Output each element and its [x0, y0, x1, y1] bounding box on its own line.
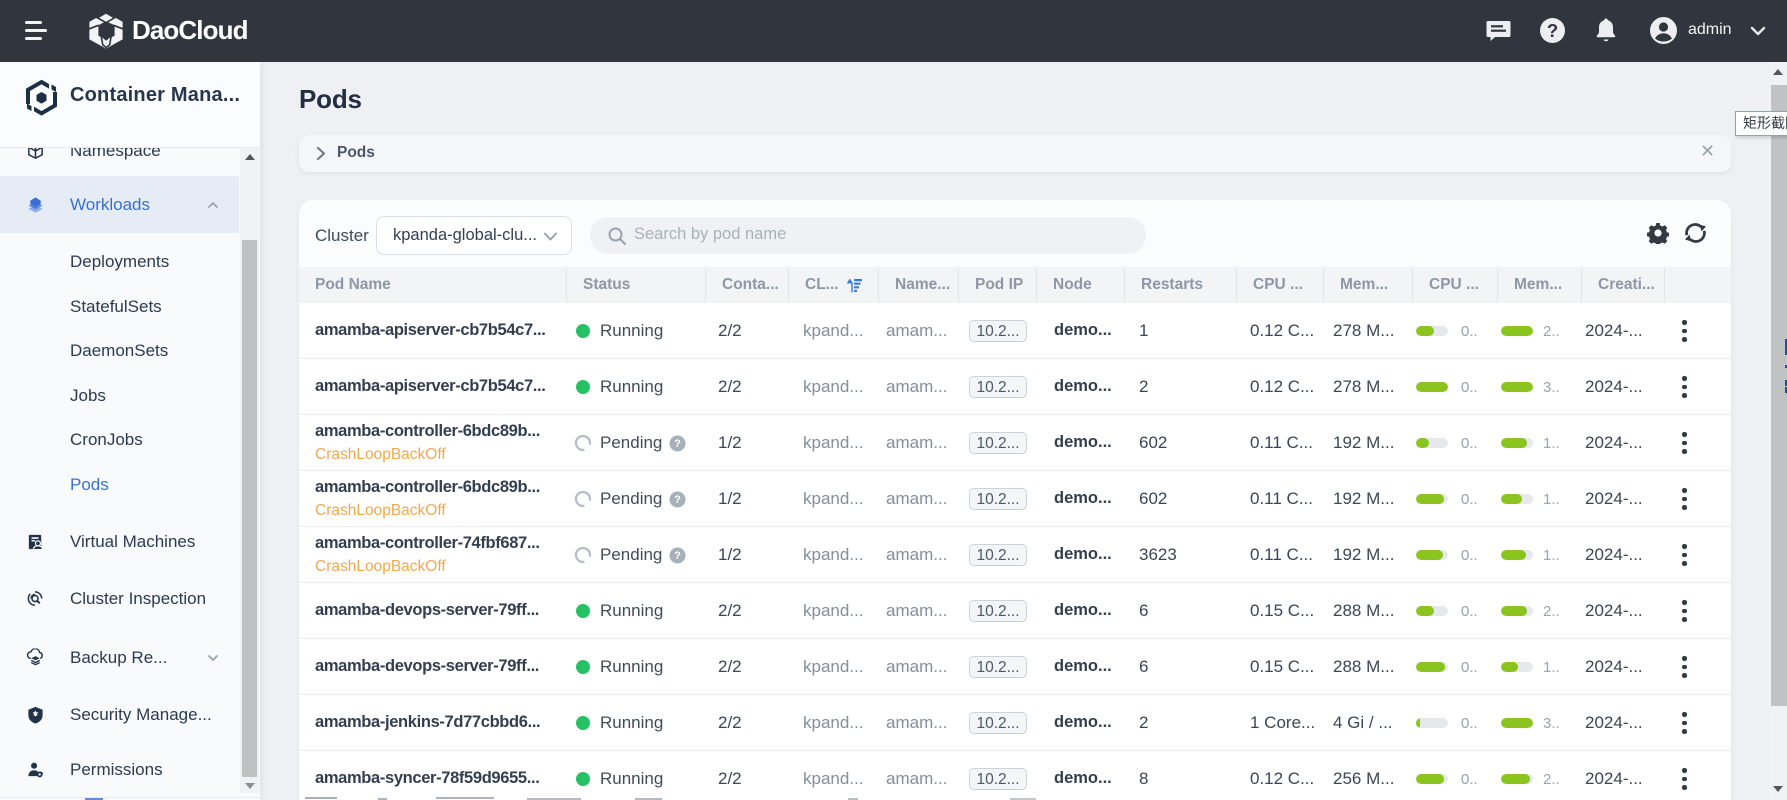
svg-text:?: ? [1547, 20, 1558, 41]
svg-text:?: ? [674, 494, 681, 506]
svg-text:?: ? [674, 550, 681, 562]
svg-text:?: ? [674, 438, 681, 450]
